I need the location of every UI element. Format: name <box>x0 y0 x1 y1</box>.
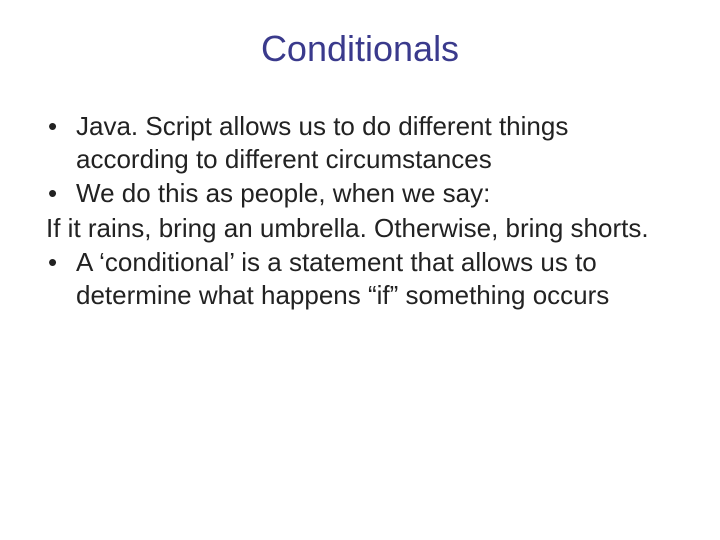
bullet-item: • We do this as people, when we say: <box>46 177 680 210</box>
plain-line: If it rains, bring an umbrella. Otherwis… <box>46 212 680 245</box>
bullet-icon: • <box>46 177 76 210</box>
bullet-icon: • <box>46 110 76 143</box>
bullet-text: A ‘conditional’ is a statement that allo… <box>76 246 680 311</box>
bullet-icon: • <box>46 246 76 279</box>
bullet-text: We do this as people, when we say: <box>76 177 680 210</box>
bullet-item: • Java. Script allows us to do different… <box>46 110 680 175</box>
bullet-item: • A ‘conditional’ is a statement that al… <box>46 246 680 311</box>
slide: Conditionals • Java. Script allows us to… <box>0 0 720 540</box>
slide-body: • Java. Script allows us to do different… <box>40 110 680 311</box>
slide-title: Conditionals <box>40 28 680 70</box>
bullet-text: Java. Script allows us to do different t… <box>76 110 680 175</box>
